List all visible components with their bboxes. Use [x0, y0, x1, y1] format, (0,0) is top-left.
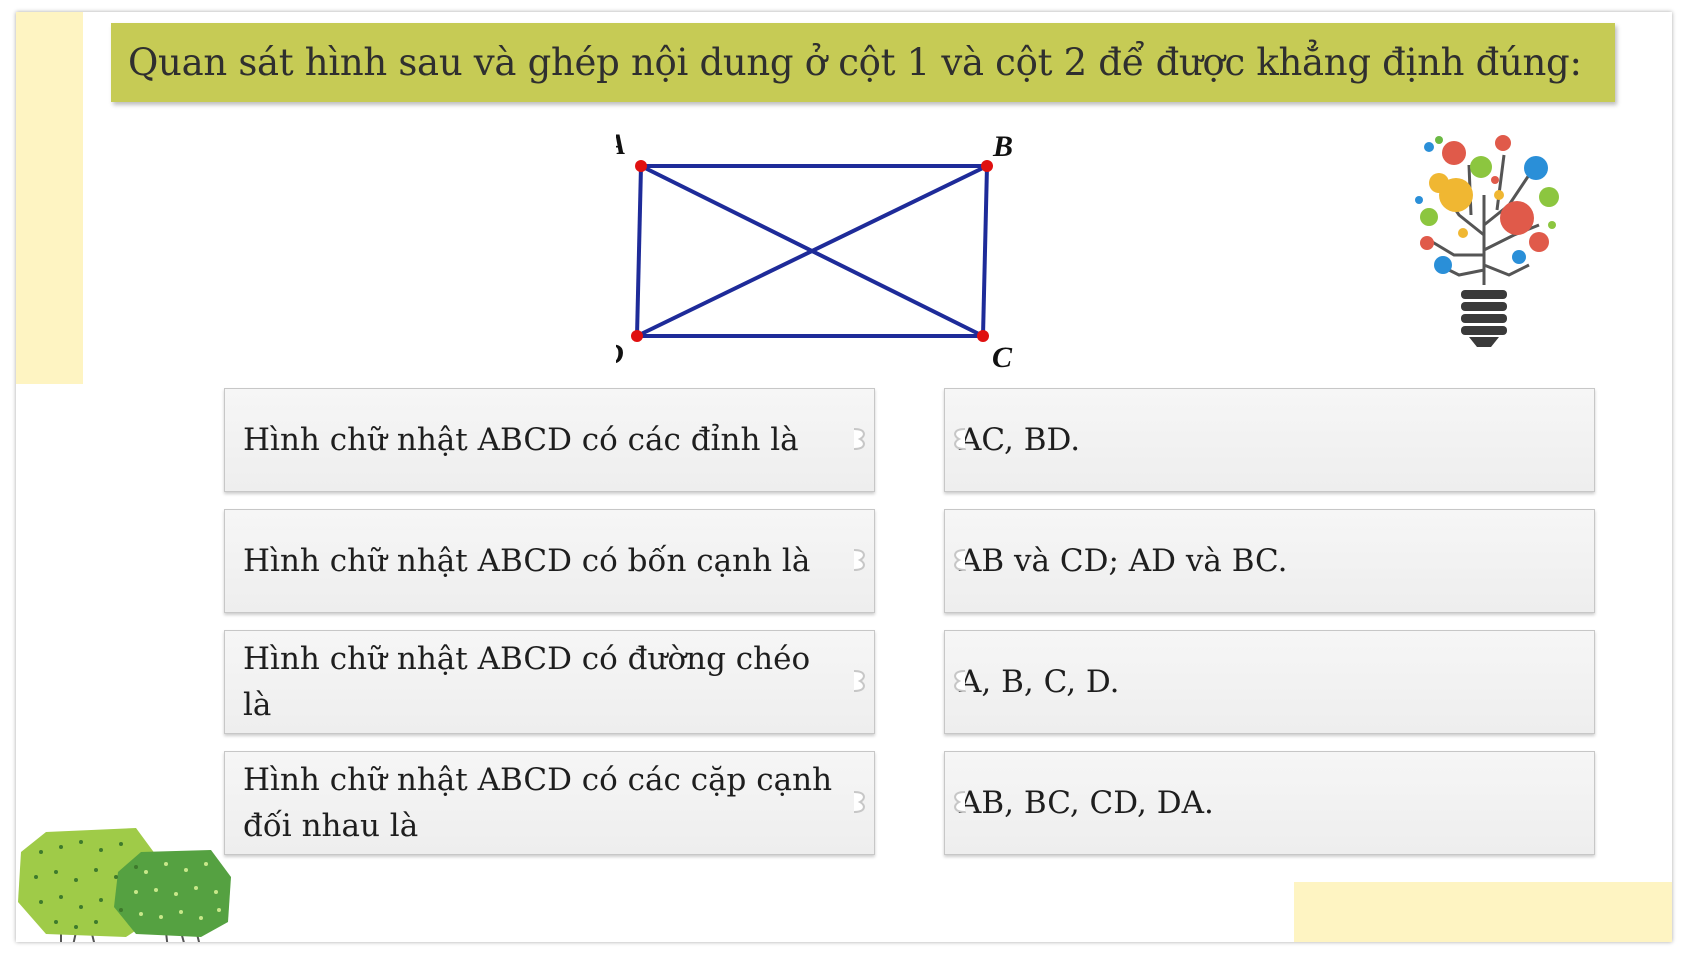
- column2-card-3[interactable]: A, B, C, D.: [944, 630, 1595, 734]
- title-bar: Quan sát hình sau và ghép nội dung ở cột…: [111, 23, 1615, 102]
- column1-card-text: Hình chữ nhật ABCD có các đỉnh là: [243, 422, 799, 458]
- point-d: [631, 330, 643, 342]
- column1-card-text: Hình chữ nhật ABCD có bốn cạnh là: [243, 543, 811, 579]
- decorative-bottom-panel: [1294, 882, 1672, 942]
- puzzle-notch-icon: [853, 549, 865, 571]
- column1-card-text: Hình chữ nhật ABCD có đường chéo là: [243, 641, 811, 723]
- puzzle-notch-icon: [954, 428, 966, 450]
- column2-card-4[interactable]: AB, BC, CD, DA.: [944, 751, 1595, 855]
- column2-card-text: AB, BC, CD, DA.: [959, 785, 1214, 821]
- puzzle-notch-icon: [853, 428, 865, 450]
- column1-card-text: Hình chữ nhật ABCD có các cặp cạnh đối n…: [243, 762, 833, 844]
- rectangle-abcd-figure: A B C D: [616, 128, 1013, 374]
- trees-decoration-icon: [18, 828, 231, 942]
- column2-card-1[interactable]: AC, BD.: [944, 388, 1595, 492]
- point-b: [981, 160, 993, 172]
- label-c: C: [992, 341, 1013, 374]
- column1-card-1[interactable]: Hình chữ nhật ABCD có các đỉnh là: [224, 388, 875, 492]
- column1-card-4[interactable]: Hình chữ nhật ABCD có các cặp cạnh đối n…: [224, 751, 875, 855]
- edge-da: [635, 165, 643, 337]
- puzzle-notch-icon: [954, 791, 966, 813]
- column2-card-2[interactable]: AB và CD; AD và BC.: [944, 509, 1595, 613]
- column1-card-2[interactable]: Hình chữ nhật ABCD có bốn cạnh là: [224, 509, 875, 613]
- column2-card-text: A, B, C, D.: [959, 664, 1120, 700]
- puzzle-notch-icon: [954, 670, 966, 692]
- question-title: Quan sát hình sau và ghép nội dung ở cột…: [128, 41, 1582, 84]
- puzzle-notch-icon: [853, 670, 865, 692]
- label-a: A: [616, 128, 626, 161]
- puzzle-notch-icon: [954, 549, 966, 571]
- column2-card-text: AB và CD; AD và BC.: [959, 543, 1288, 579]
- edge-bc: [981, 165, 989, 337]
- figure-lines: [635, 164, 989, 338]
- point-a: [635, 160, 647, 172]
- column1-card-3[interactable]: Hình chữ nhật ABCD có đường chéo là: [224, 630, 875, 734]
- label-d: D: [616, 338, 624, 371]
- puzzle-notch-icon: [853, 791, 865, 813]
- point-c: [977, 330, 989, 342]
- label-b: B: [992, 130, 1013, 163]
- lightbulb-ideas-icon: [1415, 135, 1559, 347]
- decorative-left-panel: [16, 12, 83, 384]
